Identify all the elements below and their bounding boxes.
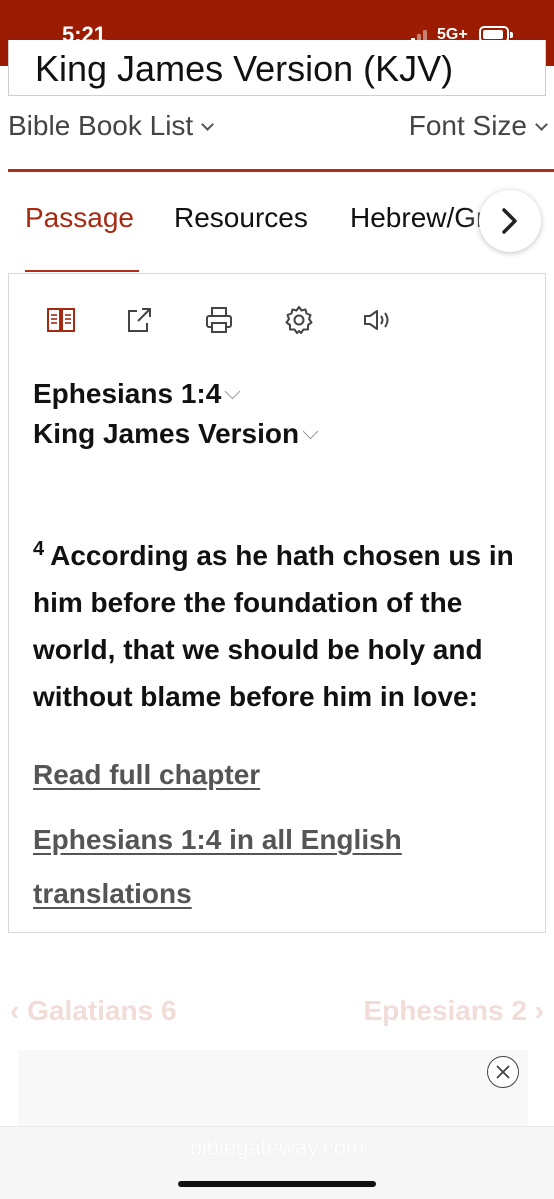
chevron-down-icon bbox=[302, 423, 319, 440]
audio-icon[interactable] bbox=[361, 304, 395, 338]
tab-bar: Passage Resources Hebrew/Greek bbox=[0, 172, 554, 274]
tab-resources[interactable]: Resources bbox=[174, 202, 308, 234]
chevron-right-icon: › bbox=[534, 995, 544, 1026]
font-size-label: Font Size bbox=[408, 110, 527, 141]
next-chapter-label: Ephesians 2 bbox=[363, 995, 527, 1026]
tabs-scroll-right-button[interactable] bbox=[479, 190, 541, 252]
read-full-chapter-link[interactable]: Read full chapter bbox=[33, 759, 260, 791]
share-icon[interactable] bbox=[123, 304, 157, 338]
version-select-label: King James Version (KJV) bbox=[35, 48, 454, 89]
bible-book-list-label: Bible Book List bbox=[8, 110, 194, 141]
next-chapter-link[interactable]: Ephesians 2 › bbox=[363, 995, 544, 1027]
active-tab-indicator bbox=[25, 270, 139, 272]
chevron-down-icon bbox=[201, 118, 215, 131]
tab-passage[interactable]: Passage bbox=[25, 202, 134, 234]
previous-chapter-link[interactable]: ‹ Galatians 6 bbox=[10, 995, 177, 1027]
all-translations-link[interactable]: Ephesians 1:4 in all English translation… bbox=[33, 813, 473, 921]
passage-card: Ephesians 1:4 King James Version 4 Accord… bbox=[8, 273, 546, 933]
verse-text-block: 4 According as he hath chosen us in him b… bbox=[33, 532, 533, 720]
chevron-down-icon bbox=[535, 118, 548, 131]
passage-version: King James Version bbox=[33, 418, 300, 449]
font-size-dropdown[interactable]: Font Size bbox=[408, 110, 548, 142]
passage-reference-selector[interactable]: Ephesians 1:4 bbox=[33, 378, 241, 410]
close-icon bbox=[496, 1065, 510, 1079]
verse-text: According as he hath chosen us in him be… bbox=[33, 540, 514, 712]
chevron-right-icon bbox=[502, 208, 517, 234]
verse-number: 4 bbox=[33, 537, 45, 560]
previous-chapter-label: Galatians 6 bbox=[27, 995, 177, 1026]
bible-book-list-dropdown[interactable]: Bible Book List bbox=[8, 110, 215, 142]
version-select[interactable]: King James Version (KJV) bbox=[8, 40, 546, 96]
print-icon[interactable] bbox=[203, 304, 237, 338]
parallel-view-icon[interactable] bbox=[45, 304, 79, 338]
settings-icon[interactable] bbox=[283, 304, 317, 338]
passage-reference: Ephesians 1:4 bbox=[33, 378, 222, 409]
close-ad-button[interactable] bbox=[487, 1056, 519, 1088]
chevron-left-icon: ‹ bbox=[10, 995, 20, 1026]
browser-url: biblegateway.com bbox=[189, 1135, 365, 1160]
passage-version-selector[interactable]: King James Version bbox=[33, 418, 319, 450]
chevron-down-icon bbox=[225, 383, 241, 400]
browser-address-bar[interactable]: biblegateway.com bbox=[0, 1126, 554, 1199]
ad-banner bbox=[18, 1050, 528, 1128]
home-indicator[interactable] bbox=[178, 1181, 376, 1187]
